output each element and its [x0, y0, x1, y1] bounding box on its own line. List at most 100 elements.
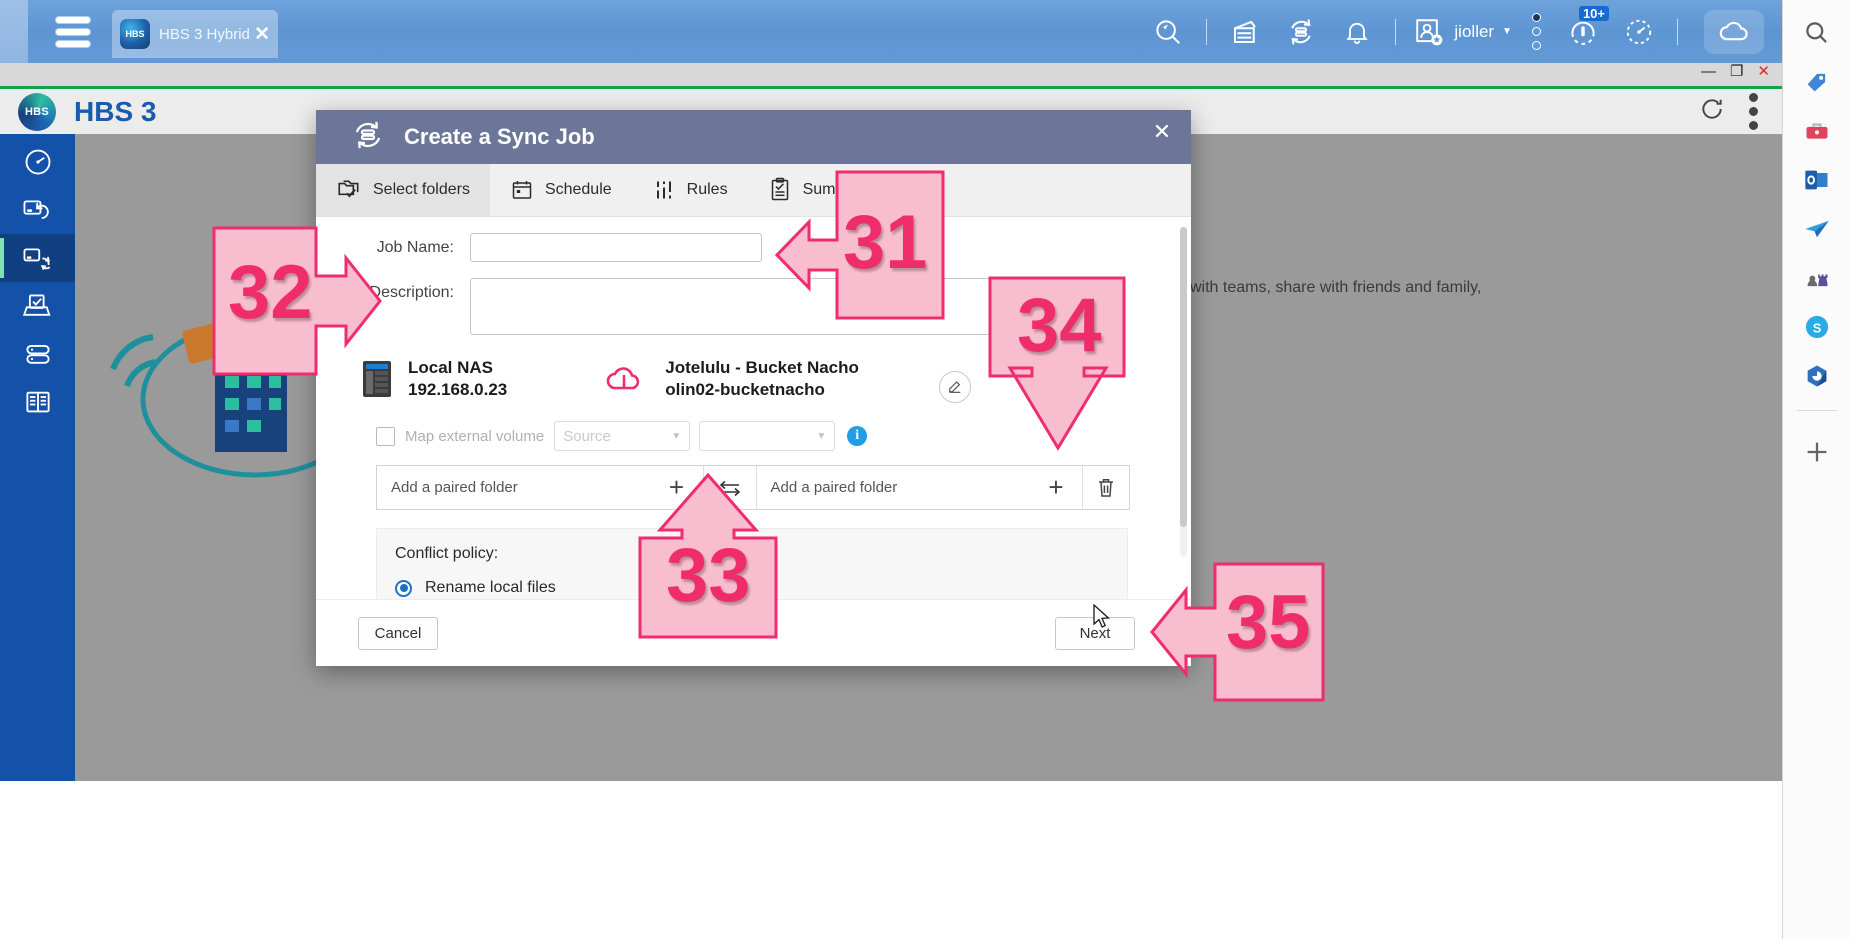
skype-icon[interactable]: S: [1792, 302, 1842, 351]
destination-edit-button[interactable]: [938, 371, 971, 403]
dialog-footer: Cancel Next: [316, 599, 1191, 666]
sidebar-item-logs[interactable]: [0, 378, 75, 426]
job-name-row: Job Name:: [316, 233, 1191, 262]
calendar-icon: [512, 181, 532, 199]
step-label: Select folders: [373, 181, 470, 198]
files-icon[interactable]: [1217, 0, 1273, 63]
paired-folder-left-placeholder[interactable]: Add a paired folder: [377, 466, 651, 509]
close-icon[interactable]: ✕: [1149, 119, 1175, 145]
map-external-volume-label: Map external volume: [405, 427, 545, 445]
sliders-icon: [656, 181, 671, 199]
minimize-button[interactable]: —: [1701, 64, 1716, 80]
step-label: Schedule: [544, 181, 612, 198]
step-schedule[interactable]: Schedule: [490, 164, 632, 216]
app-sidebar: [0, 134, 75, 781]
scrollbar-thumb[interactable]: [1180, 227, 1187, 527]
cloud-icon[interactable]: [1704, 9, 1764, 54]
close-icon[interactable]: ✕: [254, 23, 270, 46]
radio-rename-local-files[interactable]: [395, 579, 412, 597]
screen-root: HBS HBS 3 Hybrid ... ✕: [0, 0, 1850, 939]
user-name: jioller: [1454, 21, 1495, 41]
create-sync-job-dialog: Create a Sync Job ✕ Select folders Sched…: [316, 110, 1191, 666]
destination-endpoint-text: Jotelulu - Bucket Nacho olin02-bucketnac…: [665, 357, 859, 401]
info-icon[interactable]: i: [847, 426, 868, 447]
chevron-down-icon: ▼: [1502, 26, 1512, 37]
refresh-icon[interactable]: [1699, 96, 1725, 127]
sidebar-item-overview[interactable]: [0, 138, 75, 186]
destination-bucket: olin02-bucketnacho: [665, 380, 825, 400]
qts-top-bar: HBS HBS 3 Hybrid ... ✕: [0, 0, 1782, 63]
description-textarea[interactable]: [470, 278, 1116, 335]
map-external-source-select[interactable]: Source ▼: [554, 421, 691, 452]
source-name: Local NAS: [408, 358, 494, 377]
user-menu[interactable]: jioller ▼: [1406, 16, 1518, 48]
sidebar-item-backup-restore[interactable]: [0, 186, 75, 234]
sidebar-item-storage-accounts[interactable]: [0, 330, 75, 378]
paired-folder-add-button-right[interactable]: +: [1030, 466, 1082, 509]
divider: [1206, 18, 1208, 45]
paper-plane-icon[interactable]: [1792, 204, 1842, 253]
toolbox-icon[interactable]: [1792, 106, 1842, 155]
dialog-body: Job Name: Description: Local NAS 192.168…: [316, 217, 1191, 609]
notification-bell-icon[interactable]: [1329, 0, 1385, 63]
step-summary[interactable]: Summary: [748, 164, 891, 216]
info-circle-icon[interactable]: 10+: [1555, 0, 1611, 63]
server-icon: [25, 344, 50, 364]
chess-pieces-icon[interactable]: [1792, 253, 1842, 302]
dialog-scrollbar[interactable]: [1180, 227, 1187, 557]
vertical-dots-icon[interactable]: [1518, 13, 1555, 50]
conflict-policy-panel: Conflict policy: Rename local files Repl…: [376, 528, 1128, 609]
tag-icon[interactable]: [1792, 57, 1842, 106]
backup-restore-icon: [23, 200, 49, 219]
description-label: Description:: [369, 284, 454, 301]
office-icon[interactable]: [1792, 351, 1842, 400]
outlook-icon[interactable]: [1792, 155, 1842, 204]
job-name-input[interactable]: [470, 233, 762, 262]
step-select-folders[interactable]: Select folders: [316, 164, 490, 216]
window-control-strip: — ❐ ✕: [0, 63, 1782, 89]
plus-icon[interactable]: [1792, 427, 1842, 476]
maximize-button[interactable]: ❐: [1730, 64, 1743, 80]
browser-tab-hbs3[interactable]: HBS HBS 3 Hybrid ... ✕: [112, 10, 278, 58]
source-endpoint-text: Local NAS 192.168.0.23: [408, 357, 507, 401]
background-blurb-text: with teams, share with friends and famil…: [1190, 279, 1482, 296]
search-icon[interactable]: [1140, 0, 1196, 63]
swap-direction-icon[interactable]: [702, 466, 757, 510]
divider: [1395, 18, 1397, 45]
cloud-bucket-icon: [606, 367, 640, 390]
sidebar-item-sync[interactable]: [0, 234, 75, 282]
backup-sync-icon[interactable]: [1273, 0, 1329, 63]
speedometer-icon[interactable]: [1611, 0, 1667, 63]
chevron-down-icon: ▼: [816, 430, 827, 442]
conflict-option-rename[interactable]: Rename local files: [395, 579, 1127, 597]
hbs-logo-icon: HBS: [18, 92, 56, 131]
description-row: Description:: [316, 278, 1191, 335]
map-external-volume-checkbox[interactable]: [376, 426, 395, 446]
chevron-down-icon: ▼: [671, 430, 682, 442]
os-sidebar: S: [1782, 0, 1850, 939]
sidebar-item-storage-space[interactable]: [0, 282, 75, 330]
hamburger-menu-icon[interactable]: [56, 17, 90, 47]
source-address: 192.168.0.23: [408, 380, 508, 400]
paired-folder-add-button[interactable]: +: [651, 466, 703, 509]
page-title: HBS 3: [74, 95, 157, 127]
search-icon[interactable]: [1792, 8, 1842, 57]
select-folders-icon: [338, 180, 359, 198]
job-name-label: Job Name:: [376, 239, 454, 256]
map-external-target-select[interactable]: ▼: [699, 421, 836, 452]
sync-job-icon: [350, 117, 386, 158]
topbar-icon-group: jioller ▼ 10+: [1140, 0, 1764, 63]
browser-tab-label: HBS 3 Hybrid ...: [159, 25, 250, 43]
cancel-button[interactable]: Cancel: [358, 616, 438, 650]
step-label: Summary: [802, 181, 872, 198]
clipboard-check-icon: [771, 177, 788, 201]
sync-icon: [23, 248, 50, 271]
wizard-steps: Select folders Schedule Rules Summary: [316, 164, 1191, 217]
step-rules[interactable]: Rules: [632, 164, 748, 216]
vertical-dots-icon[interactable]: [1749, 93, 1758, 130]
info-badge: 10+: [1578, 6, 1609, 21]
conflict-policy-title: Conflict policy:: [395, 545, 499, 563]
paired-folder-right-placeholder[interactable]: Add a paired folder: [757, 466, 1031, 509]
close-button[interactable]: ✕: [1757, 64, 1770, 80]
trash-icon[interactable]: [1082, 466, 1129, 510]
